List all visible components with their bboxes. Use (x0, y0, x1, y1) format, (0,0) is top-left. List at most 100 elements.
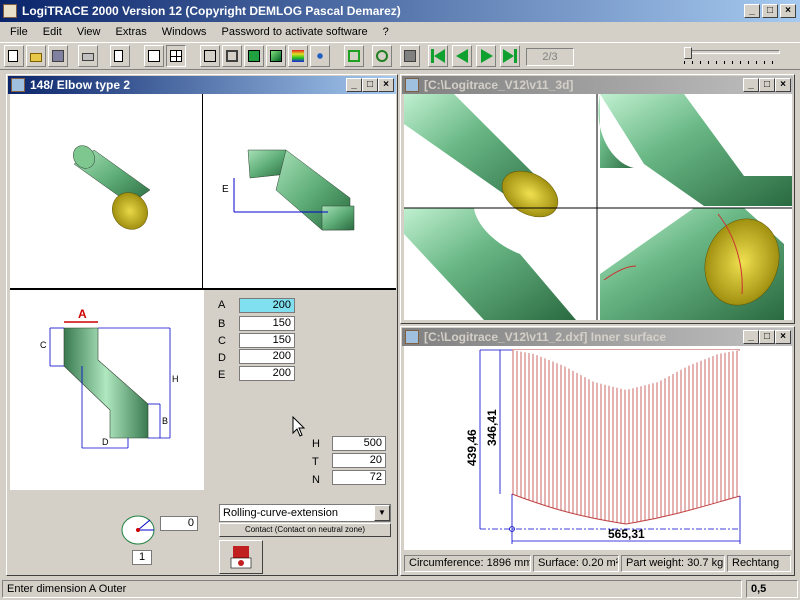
close-button[interactable]: × (780, 4, 796, 18)
app-icon (3, 4, 17, 18)
wireframe-button[interactable] (200, 45, 220, 67)
dim-b-input[interactable]: 150 (239, 316, 295, 331)
page-indicator: 2/3 (526, 48, 574, 66)
save-button[interactable] (48, 45, 68, 67)
elbow-label-b: B (162, 416, 168, 426)
menu-edit[interactable]: Edit (37, 23, 68, 41)
rainbow-button[interactable] (288, 45, 308, 67)
angle-input[interactable]: 0 (160, 516, 198, 531)
menu-password[interactable]: Password to activate software (215, 23, 373, 41)
status-value: 0,5 (746, 580, 798, 598)
dxf-window-title-bar: [C:\Logitrace_V12\v11_2.dxf] Inner surfa… (402, 328, 793, 346)
elbow-label-h: H (172, 374, 179, 384)
previous-button[interactable] (452, 45, 472, 67)
info-button[interactable] (400, 45, 420, 67)
cut-tool-icon (230, 546, 252, 569)
new-file-icon (8, 50, 18, 62)
menu-file[interactable]: File (4, 23, 34, 41)
elbow-minimize-button[interactable]: _ (346, 78, 362, 92)
view3d-minimize-button[interactable]: _ (743, 78, 759, 92)
maximize-button[interactable]: □ (762, 4, 778, 18)
unrolled-height2-label: 346,41 (485, 409, 499, 446)
elbow-label-d: D (102, 437, 109, 447)
menu-view[interactable]: View (71, 23, 107, 41)
circumference-status: Circumference: 1896 mm (404, 555, 531, 572)
angle-index-input[interactable]: 1 (132, 550, 152, 565)
elbow-3d-drawing: E (73, 145, 355, 231)
dim-c-input[interactable]: 150 (239, 333, 295, 348)
elbow-label-a: A (78, 307, 87, 321)
elbow-maximize-button[interactable]: □ (362, 78, 378, 92)
elbow-close-button[interactable]: × (378, 78, 394, 92)
dim-t-input[interactable]: 20 (332, 453, 386, 468)
angle-dial-icon[interactable] (120, 512, 160, 548)
status-message: Enter dimension A Outer (2, 580, 742, 598)
mouse-cursor-icon (292, 416, 306, 437)
view3d-maximize-button[interactable]: □ (759, 78, 775, 92)
dim-e-input[interactable]: 200 (239, 366, 295, 381)
dxf-maximize-button[interactable]: □ (759, 330, 775, 344)
dxf-canvas[interactable]: 565,31 439,46 346,41 (404, 346, 792, 550)
app-title: LogiTRACE 2000 Version 12 (Copyright DEM… (22, 4, 401, 18)
dim-label-b: B (218, 318, 226, 330)
method-select[interactable]: Rolling-curve-extension ▼ (219, 504, 391, 522)
wireframe-cube-icon (204, 50, 216, 62)
four-view-icon (170, 50, 182, 62)
next-button[interactable] (476, 45, 496, 67)
shaded-button[interactable] (266, 45, 286, 67)
elbow-2d-view[interactable]: A C H B D (10, 290, 204, 490)
last-button[interactable] (500, 45, 520, 67)
dim-label-c: C (218, 335, 226, 347)
tree-icon (314, 50, 326, 62)
view3d-drawing (404, 94, 792, 320)
elbow-3d-views[interactable]: E (10, 94, 396, 288)
new-file-button[interactable] (4, 45, 24, 67)
copy-icon (114, 50, 123, 62)
dxf-close-button[interactable]: × (775, 330, 791, 344)
method-select-value: Rolling-curve-extension (223, 507, 338, 519)
dim-a-input[interactable]: 200 (239, 298, 295, 313)
copy-button[interactable] (110, 45, 130, 67)
print-icon (82, 53, 94, 61)
zoom-slider[interactable] (680, 46, 784, 66)
dxf-minimize-button[interactable]: _ (743, 330, 759, 344)
frame-button[interactable] (344, 45, 364, 67)
view3d-window-title-bar: [C:\Logitrace_V12\v11_3d] _ □ × (402, 76, 793, 94)
four-view-button[interactable] (166, 45, 186, 67)
tree-button[interactable] (310, 45, 330, 67)
surface-status: Surface: 0.20 m² (533, 555, 619, 572)
contact-button[interactable]: Contact (Contact on neutral zone) (219, 523, 391, 537)
print-button[interactable] (78, 45, 98, 67)
minimize-button[interactable]: _ (744, 4, 760, 18)
dxf-window-title: [C:\Logitrace_V12\v11_2.dxf] Inner surfa… (424, 330, 667, 344)
dim-h-input[interactable]: 500 (332, 436, 386, 451)
open-button[interactable] (26, 45, 46, 67)
view3d-close-button[interactable]: × (775, 78, 791, 92)
solid-button[interactable] (244, 45, 264, 67)
chevron-down-icon[interactable]: ▼ (374, 505, 390, 521)
shape-status: Rechtang (727, 555, 791, 572)
menu-extras[interactable]: Extras (110, 23, 153, 41)
view3d-window-title: [C:\Logitrace_V12\v11_3d] (424, 78, 574, 92)
dim-n-input[interactable]: 72 (332, 470, 386, 485)
menu-help[interactable]: ? (377, 23, 395, 41)
cut-tool-button[interactable] (219, 540, 263, 574)
dim-label-n: N (312, 474, 320, 486)
first-button[interactable] (428, 45, 448, 67)
unrolled-width-label: 565,31 (608, 527, 645, 541)
elbow-window-title: 148/ Elbow type 2 (30, 78, 131, 92)
first-icon (434, 49, 445, 63)
outline-button[interactable] (222, 45, 242, 67)
single-view-button[interactable] (144, 45, 164, 67)
elbow-label-c: C (40, 340, 47, 350)
dim-label-e: E (218, 369, 226, 381)
circle-tool-button[interactable] (372, 45, 392, 67)
solid-cube-icon (248, 50, 260, 62)
view3d-canvas[interactable] (404, 94, 792, 320)
open-folder-icon (30, 53, 42, 62)
menu-windows[interactable]: Windows (156, 23, 213, 41)
next-icon (481, 49, 493, 63)
dim-d-input[interactable]: 200 (239, 349, 295, 364)
zoom-slider-thumb[interactable] (684, 47, 692, 59)
elbow-window-icon (11, 78, 25, 92)
